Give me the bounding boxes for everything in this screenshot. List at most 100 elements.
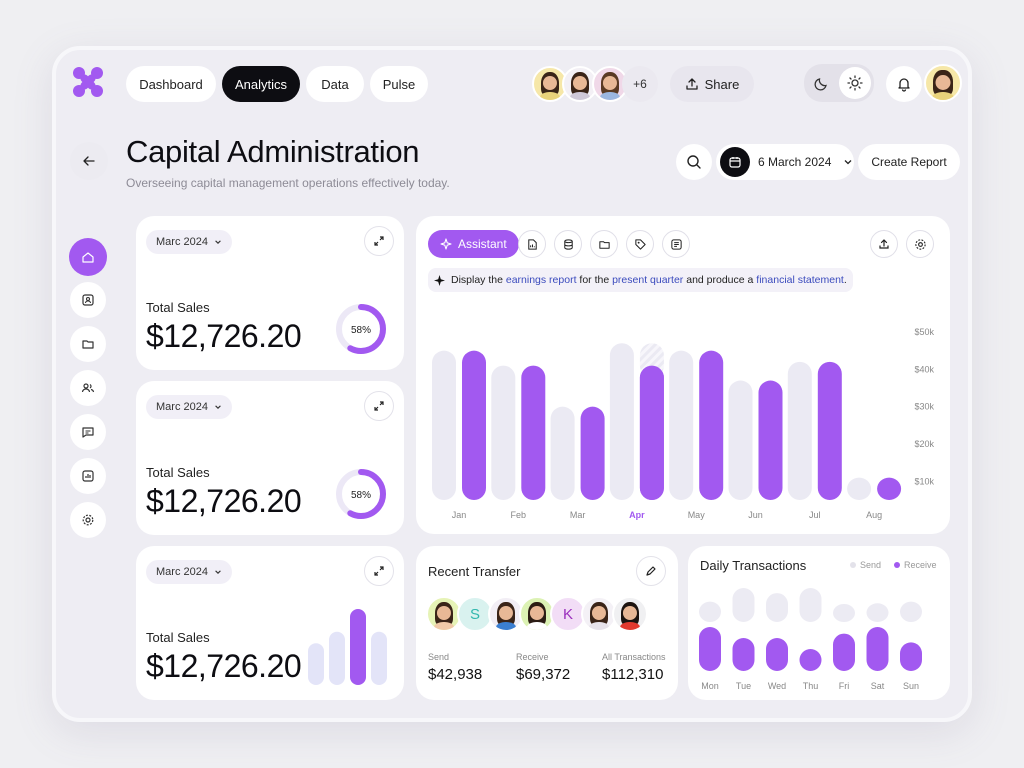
contact-avatar[interactable]	[612, 596, 648, 632]
prompt-link[interactable]: earnings report	[506, 274, 577, 286]
theme-toggle[interactable]	[804, 64, 874, 102]
legend-receive: Receive	[894, 560, 937, 570]
bar-background	[491, 365, 516, 500]
folder-icon	[598, 240, 610, 249]
y-tick-label: $10k	[914, 476, 934, 486]
daily-receive-bar	[699, 627, 721, 671]
legend-send: Send	[850, 560, 881, 570]
y-tick-label: $40k	[914, 364, 934, 374]
daily-transactions-title: Daily Transactions	[700, 558, 807, 573]
daily-receive-bar	[799, 649, 822, 671]
total-sales-label: Total Sales	[146, 465, 210, 480]
prompt-text: .	[843, 274, 847, 286]
tool-button-database[interactable]	[554, 230, 582, 258]
bar-value	[521, 365, 546, 500]
chevron-down-icon	[215, 240, 221, 244]
month-selector[interactable]: Marc 2024	[146, 560, 232, 584]
tab-label: Analytics	[234, 76, 288, 92]
expand-icon	[374, 236, 384, 246]
sidebar-item-chat[interactable]	[70, 414, 106, 450]
chevron-down-icon	[844, 160, 852, 165]
bar-value	[639, 365, 664, 500]
bar-value	[580, 406, 605, 500]
page-title: Capital Administration	[126, 134, 420, 169]
progress-donut: 58%	[336, 304, 386, 354]
sidebar-item-users[interactable]	[70, 370, 106, 406]
daily-send-bar	[732, 588, 755, 622]
x-tick-label: Tue	[736, 681, 751, 691]
legend-receive-label: Receive	[904, 560, 937, 570]
sidebar-item-settings[interactable]	[70, 502, 106, 538]
bar-background	[669, 350, 694, 500]
search-icon	[687, 155, 701, 169]
back-button[interactable]	[70, 142, 108, 180]
sidebar-item-home[interactable]	[69, 238, 107, 276]
more-collaborators-badge[interactable]: +6	[622, 66, 658, 102]
legend-send-label: Send	[860, 560, 882, 570]
contact-initial: K	[562, 605, 573, 623]
calendar-icon	[720, 147, 750, 177]
mini-bar-chart	[308, 609, 387, 685]
create-report-label: Create Report	[871, 155, 947, 169]
x-tick-label: Mar	[570, 510, 586, 520]
date-picker[interactable]: 6 March 2024	[716, 144, 854, 180]
edit-button[interactable]	[636, 556, 666, 586]
daily-transactions-chart: Mon Tue Wed Thu Fri Sat Sun	[699, 588, 922, 691]
donut-label: 58%	[351, 490, 371, 501]
bar-background	[728, 380, 753, 500]
app-window: Dashboard Analytics Data Pulse +6 Share …	[52, 46, 972, 722]
tab-dashboard[interactable]: Dashboard	[126, 66, 216, 102]
bar-chart-icon	[82, 470, 94, 482]
x-tick-label: Feb	[511, 510, 527, 520]
tool-button-list[interactable]	[662, 230, 690, 258]
bar-background	[550, 406, 575, 500]
month-selector[interactable]: Marc 2024	[146, 395, 232, 419]
prompt-link[interactable]: financial statement	[756, 274, 844, 286]
sidebar-item-contact-card[interactable]	[70, 282, 106, 318]
folder-icon	[82, 340, 94, 349]
legend-swatch-send	[850, 562, 856, 568]
sales-card: Marc 2024 Total Sales $12,726.20 58%	[136, 216, 404, 370]
prompt-link[interactable]: present quarter	[612, 274, 683, 286]
upload-icon	[685, 78, 698, 90]
tab-analytics[interactable]: Analytics	[222, 66, 300, 102]
tool-button-file-chart[interactable]	[518, 230, 546, 258]
home-icon	[82, 252, 94, 263]
x-tick-label: Mon	[701, 681, 719, 691]
y-tick-label: $20k	[914, 439, 934, 449]
tab-pulse[interactable]: Pulse	[370, 66, 428, 102]
logo-icon[interactable]	[70, 64, 106, 100]
expand-button[interactable]	[364, 556, 394, 586]
arrow-left-icon	[83, 156, 95, 166]
prompt-text: Display the	[451, 274, 506, 286]
prompt-text: for the	[576, 274, 613, 286]
search-button[interactable]	[676, 144, 712, 180]
settings-button[interactable]	[906, 230, 934, 258]
daily-send-bar	[699, 601, 721, 622]
bar-background	[847, 477, 872, 500]
tool-button-tag[interactable]	[626, 230, 654, 258]
assistant-button[interactable]: Assistant	[428, 230, 519, 258]
share-button[interactable]: Share	[670, 66, 754, 102]
y-tick-label: $30k	[914, 402, 934, 412]
total-sales-amount: $12,726.20	[146, 648, 302, 684]
tool-button-folder[interactable]	[590, 230, 618, 258]
transfer-stat-label: All Transactions	[602, 652, 666, 662]
export-button[interactable]	[870, 230, 898, 258]
sparkle-icon	[440, 238, 452, 250]
prompt-text: and produce a	[683, 274, 757, 286]
notifications-button[interactable]	[886, 66, 922, 102]
create-report-button[interactable]: Create Report	[858, 144, 960, 180]
expand-button[interactable]	[364, 391, 394, 421]
mini-bar	[371, 631, 387, 685]
total-sales-label: Total Sales	[146, 630, 210, 645]
expand-button[interactable]	[364, 226, 394, 256]
month-selector[interactable]: Marc 2024	[146, 230, 232, 254]
daily-receive-bar	[833, 633, 855, 671]
sidebar-item-bar-chart[interactable]	[70, 458, 106, 494]
sidebar-item-folder[interactable]	[70, 326, 106, 362]
user-avatar[interactable]	[924, 64, 962, 102]
tab-data[interactable]: Data	[306, 66, 364, 102]
sales-card: Marc 2024 Total Sales $12,726.20	[136, 546, 404, 700]
sun-toggle-knob[interactable]	[839, 67, 871, 99]
